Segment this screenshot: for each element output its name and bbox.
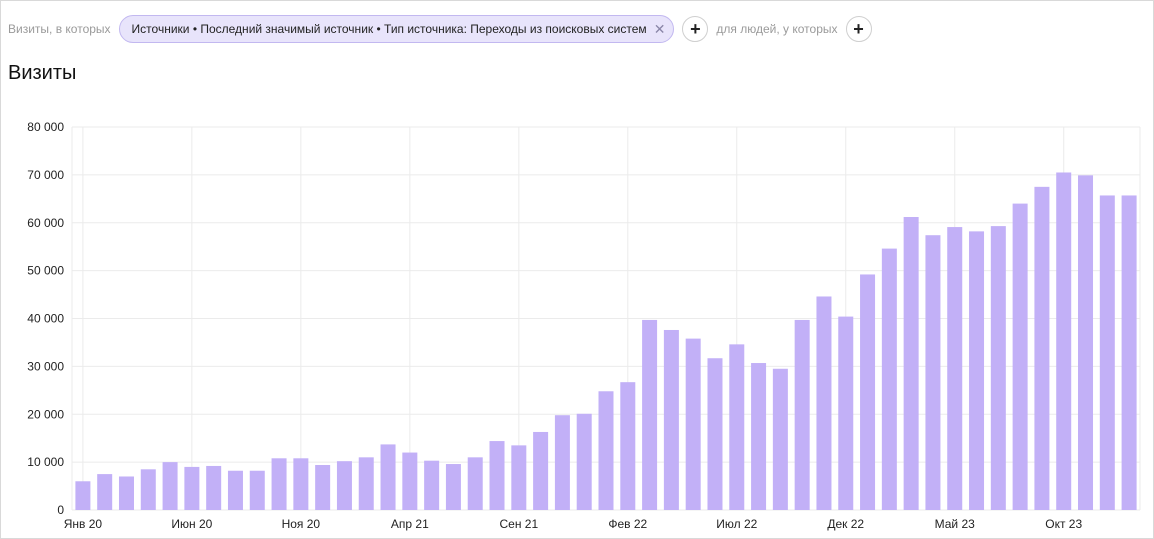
y-tick-label: 30 000 xyxy=(27,359,64,373)
y-axis-labels: 0 10 000 20 000 30 000 40 000 50 000 60 000 70 … xyxy=(27,120,64,517)
bar-Апр 20[interactable] xyxy=(140,469,156,510)
x-tick-label: Янв 20 xyxy=(64,517,103,531)
bar-Окт 22[interactable] xyxy=(794,319,810,510)
bar-Июл 20[interactable] xyxy=(206,465,222,510)
x-tick-label: Май 23 xyxy=(935,517,976,531)
bar-Ноя 23[interactable] xyxy=(1078,175,1094,510)
x-tick-label: Июн 20 xyxy=(171,517,212,531)
bar-Мар 20[interactable] xyxy=(118,476,134,510)
bar-Апр 21[interactable] xyxy=(402,452,418,510)
bar-Авг 21[interactable] xyxy=(489,441,505,510)
bar-Май 22[interactable] xyxy=(685,338,701,510)
x-tick-label: Окт 23 xyxy=(1045,517,1082,531)
bar-Ноя 21[interactable] xyxy=(554,415,570,510)
bar-Мар 22[interactable] xyxy=(642,319,658,510)
bar-Фев 21[interactable] xyxy=(358,457,374,510)
bar-Авг 23[interactable] xyxy=(1012,203,1028,510)
x-tick-label: Сен 21 xyxy=(499,517,538,531)
x-axis-labels: Янв 20 Июн 20 Ноя 20 Апр 21 Сен 21 Фев 22 Июл … xyxy=(64,517,1083,531)
bar-Апр 23[interactable] xyxy=(925,235,941,510)
bar-Мар 23[interactable] xyxy=(903,217,919,510)
bar-Янв 22[interactable] xyxy=(598,391,614,510)
bar-Июл 21[interactable] xyxy=(467,457,483,510)
bar-Июн 21[interactable] xyxy=(445,464,461,510)
bar-Ноя 22[interactable] xyxy=(816,296,832,510)
x-tick-label: Фев 22 xyxy=(608,517,647,531)
bar-Июн 20[interactable] xyxy=(184,466,200,510)
x-tick-label: Апр 21 xyxy=(391,517,429,531)
bar-Янв 23[interactable] xyxy=(860,274,876,510)
bar-Дек 20[interactable] xyxy=(315,464,331,510)
bar-Апр 22[interactable] xyxy=(663,329,679,510)
y-tick-label: 40 000 xyxy=(27,312,64,326)
bar-Янв 20[interactable] xyxy=(75,481,91,510)
x-tick-label: Дек 22 xyxy=(827,517,864,531)
y-tick-label: 20 000 xyxy=(27,407,64,421)
bar-Сен 22[interactable] xyxy=(772,368,788,510)
bar-Май 23[interactable] xyxy=(947,227,963,510)
bar-Июн 23[interactable] xyxy=(969,231,985,510)
bar-Фев 20[interactable] xyxy=(97,474,113,510)
x-tick-label: Июл 22 xyxy=(716,517,757,531)
bar-Сен 20[interactable] xyxy=(249,470,265,510)
y-tick-label: 60 000 xyxy=(27,216,64,230)
bar-Июн 22[interactable] xyxy=(707,358,723,510)
y-tick-label: 80 000 xyxy=(27,120,64,134)
bar-Дек 22[interactable] xyxy=(838,316,854,510)
bar-Окт 20[interactable] xyxy=(271,458,287,510)
bar-Фев 23[interactable] xyxy=(881,248,897,511)
bar-Фев 22[interactable] xyxy=(620,382,636,510)
y-tick-label: 50 000 xyxy=(27,264,64,278)
x-tick-label: Ноя 20 xyxy=(282,517,321,531)
bar-Ноя 20[interactable] xyxy=(293,458,309,510)
bar-Май 20[interactable] xyxy=(162,462,178,510)
bar-Дек 21[interactable] xyxy=(576,413,592,510)
bar-Авг 20[interactable] xyxy=(227,470,243,510)
bar-Май 21[interactable] xyxy=(424,460,440,510)
bar-Янв 24[interactable] xyxy=(1121,195,1137,510)
bar-Мар 21[interactable] xyxy=(380,444,396,510)
bar-Сен 21[interactable] xyxy=(511,445,527,510)
y-tick-label: 10 000 xyxy=(27,455,64,469)
bar-Окт 23[interactable] xyxy=(1056,172,1072,510)
bar-Янв 21[interactable] xyxy=(336,461,352,510)
y-tick-label: 70 000 xyxy=(27,168,64,182)
bar-Сен 23[interactable] xyxy=(1034,186,1050,510)
bar-Авг 22[interactable] xyxy=(751,363,767,510)
bar-Июл 22[interactable] xyxy=(729,344,745,510)
bar-Окт 21[interactable] xyxy=(533,431,549,510)
visits-bar-chart: 0 10 000 20 000 30 000 40 000 50 000 60 000 70 … xyxy=(27,120,1141,531)
y-tick-label: 0 xyxy=(57,503,64,517)
bar-Июл 23[interactable] xyxy=(990,226,1006,510)
bar-Дек 23[interactable] xyxy=(1099,195,1115,510)
